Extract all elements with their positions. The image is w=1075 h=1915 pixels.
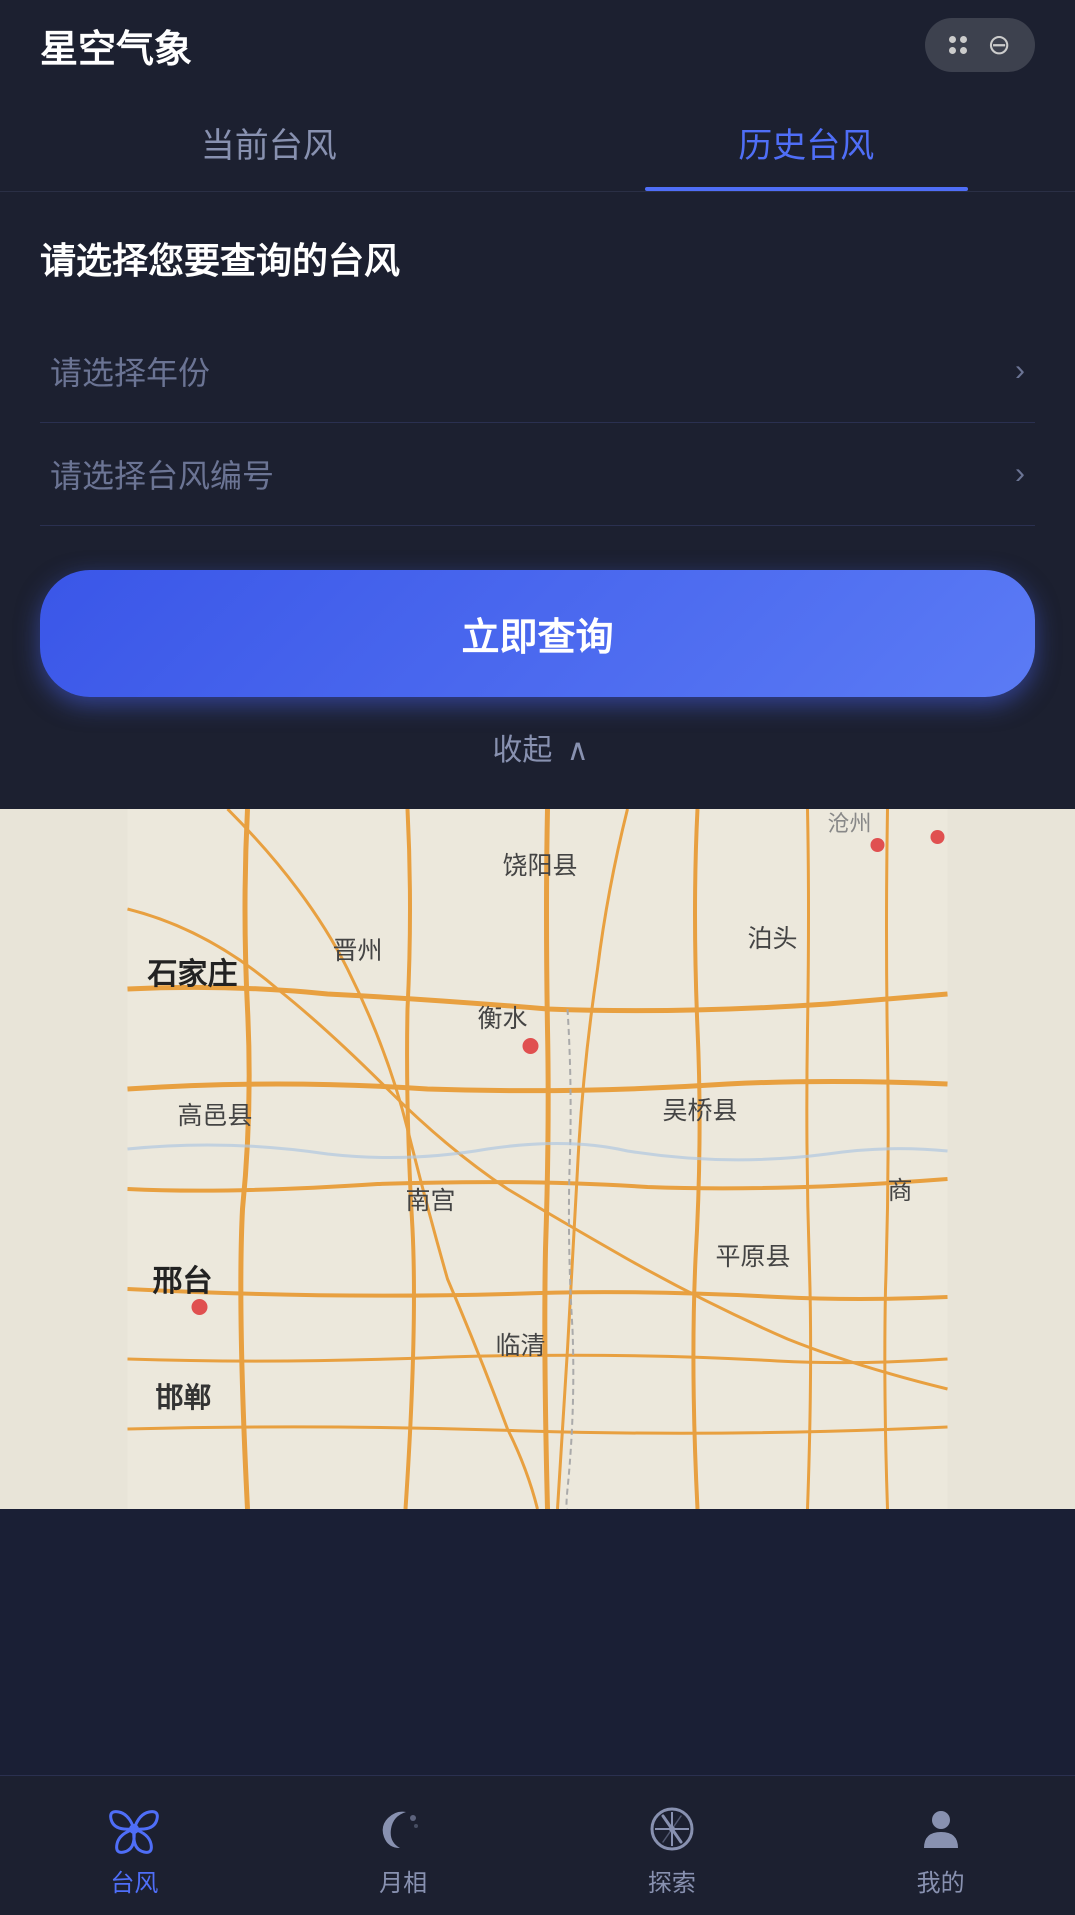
svg-text:吴桥县: 吴桥县 bbox=[663, 1097, 738, 1125]
year-placeholder: 请选择年份 bbox=[50, 348, 210, 394]
moon-icon bbox=[377, 1803, 429, 1855]
nav-item-explore[interactable]: 探索 bbox=[538, 1793, 807, 1898]
nav-label-moon: 月相 bbox=[379, 1863, 427, 1898]
bottom-nav: 台风 月相 探索 bbox=[0, 1775, 1075, 1915]
nav-label-typhoon: 台风 bbox=[110, 1863, 158, 1898]
svg-text:高邑县: 高邑县 bbox=[178, 1102, 253, 1130]
title-bar: 星空气象 ⊖ bbox=[0, 0, 1075, 90]
nav-item-typhoon[interactable]: 台风 bbox=[0, 1793, 269, 1898]
app-title: 星空气象 bbox=[40, 18, 192, 73]
tabs-bar: 当前台风 历史台风 bbox=[0, 90, 1075, 192]
person-icon bbox=[915, 1803, 967, 1855]
map-area[interactable]: 石家庄 晋州 饶阳县 泊头 衡水 吴桥县 高邑县 南宫 邢台 平原县 临清 邯郸… bbox=[0, 809, 1075, 1509]
collapse-row[interactable]: 收起 ∧ bbox=[40, 697, 1035, 779]
svg-text:平原县: 平原县 bbox=[716, 1243, 791, 1271]
svg-text:衡水: 衡水 bbox=[478, 1005, 528, 1033]
svg-text:邢台: 邢台 bbox=[153, 1264, 213, 1298]
number-placeholder: 请选择台风编号 bbox=[50, 451, 274, 497]
minus-icon: ⊖ bbox=[987, 31, 1010, 59]
nav-item-moon[interactable]: 月相 bbox=[269, 1793, 538, 1898]
tab-history-typhoon[interactable]: 历史台风 bbox=[538, 90, 1075, 191]
search-button[interactable]: 立即查询 bbox=[40, 570, 1035, 697]
query-panel: 请选择您要查询的台风 请选择年份 › 请选择台风编号 › 立即查询 收起 ∧ bbox=[0, 192, 1075, 809]
nav-label-mine: 我的 bbox=[917, 1863, 965, 1898]
query-title: 请选择您要查询的台风 bbox=[40, 232, 1035, 284]
svg-text:石家庄: 石家庄 bbox=[147, 957, 238, 991]
svg-text:南宫: 南宫 bbox=[406, 1187, 456, 1215]
nav-item-mine[interactable]: 我的 bbox=[806, 1793, 1075, 1898]
svg-text:饶阳县: 饶阳县 bbox=[503, 852, 578, 880]
svg-text:晋州: 晋州 bbox=[333, 937, 383, 965]
nav-label-explore: 探索 bbox=[648, 1863, 696, 1898]
typhoon-icon bbox=[108, 1803, 160, 1855]
svg-text:临清: 临清 bbox=[496, 1332, 546, 1360]
compass-icon bbox=[646, 1803, 698, 1855]
grid-dots-icon bbox=[949, 36, 967, 54]
svg-text:邯郸: 邯郸 bbox=[156, 1382, 212, 1413]
tab-current-typhoon[interactable]: 当前台风 bbox=[0, 90, 538, 191]
year-select-row[interactable]: 请选择年份 › bbox=[40, 320, 1035, 423]
chevron-right-icon-2: › bbox=[1015, 457, 1025, 491]
menu-button[interactable]: ⊖ bbox=[925, 18, 1035, 72]
svg-text:沧州: 沧州 bbox=[828, 811, 872, 836]
chevron-right-icon: › bbox=[1015, 354, 1025, 388]
number-select-row[interactable]: 请选择台风编号 › bbox=[40, 423, 1035, 526]
svg-text:商: 商 bbox=[888, 1177, 913, 1205]
svg-text:泊头: 泊头 bbox=[748, 925, 798, 953]
chevron-up-icon: ∧ bbox=[567, 734, 589, 767]
